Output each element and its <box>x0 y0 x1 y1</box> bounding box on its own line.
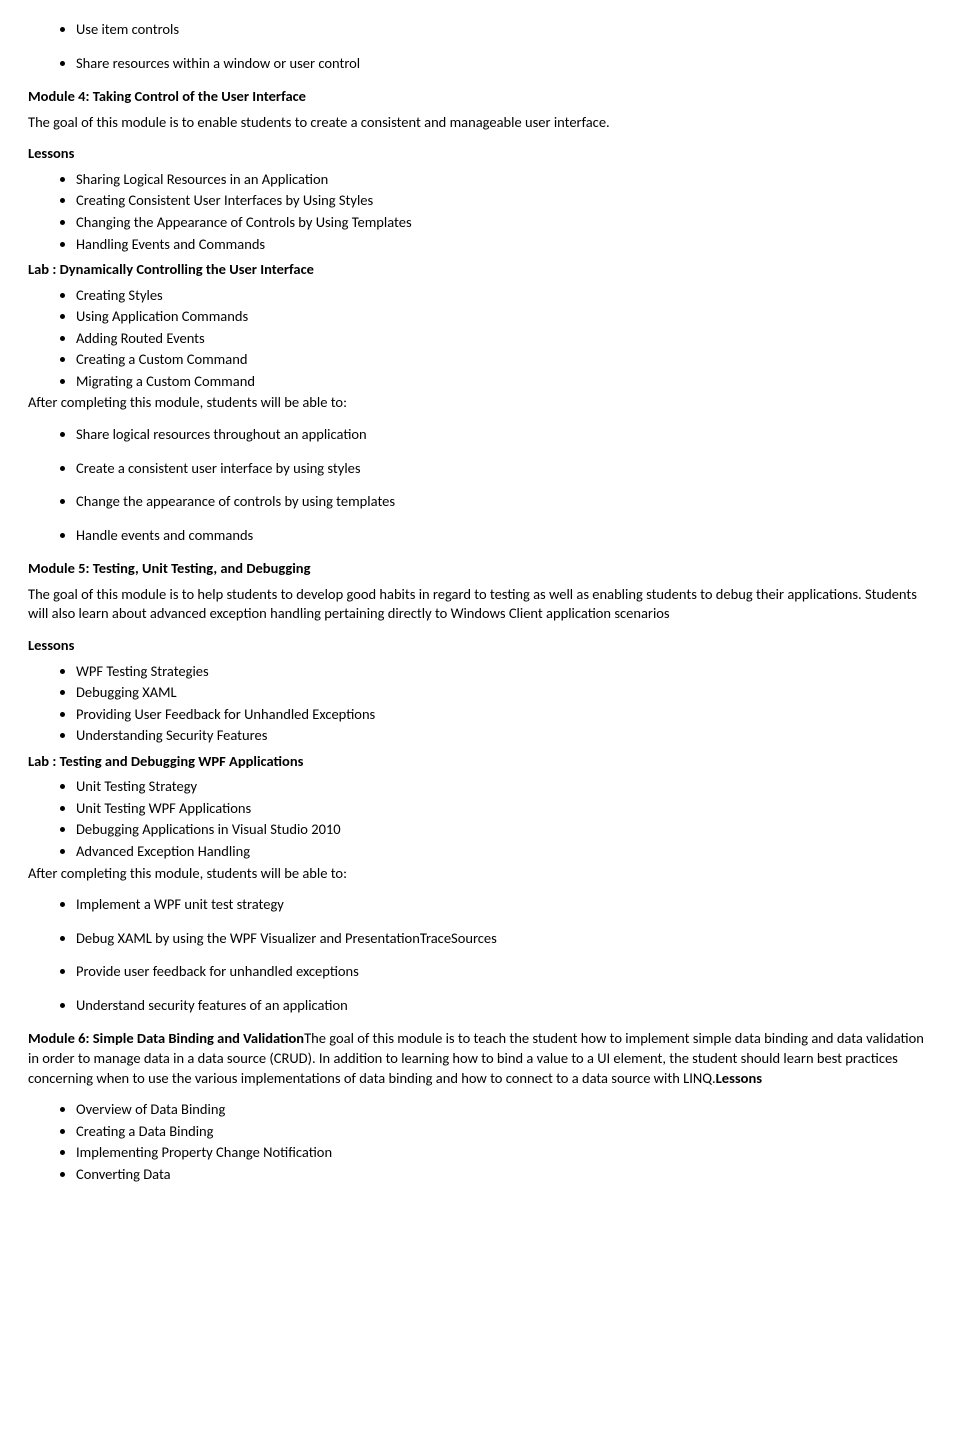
module-4-lab-list: Creating Styles Using Application Comman… <box>28 286 932 392</box>
list-item: Handling Events and Commands <box>76 235 932 255</box>
lessons-label: Lessons <box>28 144 932 164</box>
module-5-outcomes-list: Implement a WPF unit test strategy Debug… <box>28 895 932 1015</box>
list-item: Implement a WPF unit test strategy <box>76 895 932 915</box>
list-item: Creating Styles <box>76 286 932 306</box>
module-4-title: Module 4: Taking Control of the User Int… <box>28 87 932 107</box>
list-item: Creating a Custom Command <box>76 350 932 370</box>
module-6-intro: Module 6: Simple Data Binding and Valida… <box>28 1029 932 1088</box>
module-5-title: Module 5: Testing, Unit Testing, and Deb… <box>28 559 932 579</box>
list-item: Using Application Commands <box>76 307 932 327</box>
list-item: Converting Data <box>76 1165 932 1185</box>
list-item: Advanced Exception Handling <box>76 842 932 862</box>
list-item: Create a consistent user interface by us… <box>76 459 932 479</box>
lessons-label: Lessons <box>716 1069 762 1087</box>
list-item: Change the appearance of controls by usi… <box>76 492 932 512</box>
module-6-lessons-list: Overview of Data Binding Creating a Data… <box>28 1100 932 1184</box>
prev-module-trailing-bullets: Use item controls Share resources within… <box>28 20 932 73</box>
list-item: Understanding Security Features <box>76 726 932 746</box>
list-item: Understand security features of an appli… <box>76 996 932 1016</box>
module-4-goal-text: The goal of this module is to enable stu… <box>28 113 932 133</box>
module-4-lab-label: Lab : Dynamically Controlling the User I… <box>28 260 932 280</box>
list-item: Handle events and commands <box>76 526 932 546</box>
module-5-lab-label: Lab : Testing and Debugging WPF Applicat… <box>28 752 932 772</box>
module-5-lab-list: Unit Testing Strategy Unit Testing WPF A… <box>28 777 932 861</box>
list-item: Debugging XAML <box>76 683 932 703</box>
list-item: Unit Testing WPF Applications <box>76 799 932 819</box>
list-item: Share logical resources throughout an ap… <box>76 425 932 445</box>
list-item: Changing the Appearance of Controls by U… <box>76 213 932 233</box>
list-item: Providing User Feedback for Unhandled Ex… <box>76 705 932 725</box>
list-item: Creating a Data Binding <box>76 1122 932 1142</box>
module-5-goal-text: The goal of this module is to help stude… <box>28 585 932 624</box>
list-item: Provide user feedback for unhandled exce… <box>76 962 932 982</box>
list-item: Use item controls <box>76 20 932 40</box>
module-4-outcomes-list: Share logical resources throughout an ap… <box>28 425 932 545</box>
list-item: Unit Testing Strategy <box>76 777 932 797</box>
list-item: Sharing Logical Resources in an Applicat… <box>76 170 932 190</box>
list-item: Adding Routed Events <box>76 329 932 349</box>
list-item: Migrating a Custom Command <box>76 372 932 392</box>
list-item: Debug XAML by using the WPF Visualizer a… <box>76 929 932 949</box>
module-5-after-label: After completing this module, students w… <box>28 864 932 884</box>
list-item: WPF Testing Strategies <box>76 662 932 682</box>
lessons-label: Lessons <box>28 636 932 656</box>
list-item: Overview of Data Binding <box>76 1100 932 1120</box>
module-4-after-label: After completing this module, students w… <box>28 393 932 413</box>
module-4-lessons-list: Sharing Logical Resources in an Applicat… <box>28 170 932 254</box>
list-item: Creating Consistent User Interfaces by U… <box>76 191 932 211</box>
list-item: Share resources within a window or user … <box>76 54 932 74</box>
module-6-title: Module 6: Simple Data Binding and Valida… <box>28 1029 304 1047</box>
module-5-lessons-list: WPF Testing Strategies Debugging XAML Pr… <box>28 662 932 746</box>
list-item: Implementing Property Change Notificatio… <box>76 1143 932 1163</box>
list-item: Debugging Applications in Visual Studio … <box>76 820 932 840</box>
